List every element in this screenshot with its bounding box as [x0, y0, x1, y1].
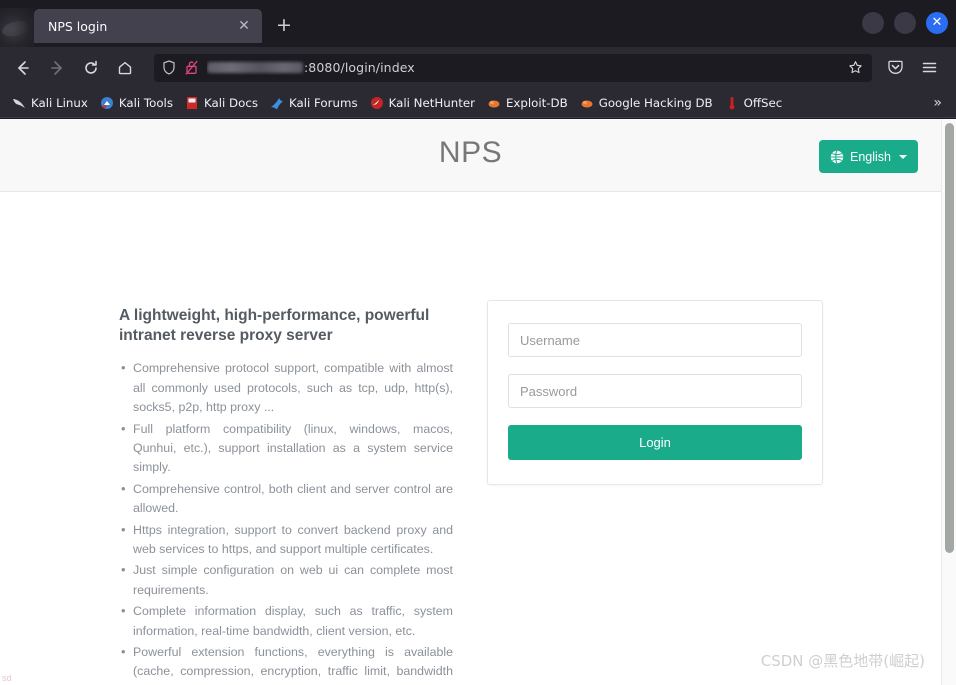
info-heading: A lightweight, high-performance, powerfu…	[119, 307, 430, 345]
kali-dragon-icon	[12, 96, 26, 110]
bookmark-kali-forums[interactable]: Kali Forums	[264, 94, 364, 112]
broken-lock-icon[interactable]	[182, 59, 200, 77]
bookmark-exploit-db[interactable]: Exploit-DB	[481, 94, 574, 112]
star-icon[interactable]	[846, 59, 864, 77]
list-item: Full platform compatibility (linux, wind…	[119, 418, 453, 478]
kali-nethunter-icon	[370, 96, 384, 110]
page-content: A lightweight, high-performance, powerfu…	[0, 192, 941, 685]
browser-tab-nps-login[interactable]: NPS login ✕	[34, 9, 262, 43]
bookmark-label: Kali Tools	[118, 95, 173, 110]
maximize-button[interactable]	[894, 12, 916, 34]
kali-forums-icon	[270, 96, 284, 110]
list-item: Powerful extension functions, everything…	[119, 642, 453, 685]
tab-close-icon[interactable]: ✕	[234, 16, 254, 36]
tab-title: NPS login	[48, 18, 108, 34]
kali-tools-icon	[100, 96, 114, 110]
bookmark-label: OffSec	[743, 95, 783, 110]
shield-icon[interactable]	[160, 59, 178, 77]
kali-docs-icon	[185, 96, 199, 110]
desktop-wallpaper-peek	[0, 8, 34, 47]
login-card: Login	[487, 300, 823, 485]
bookmark-offsec[interactable]: OffSec	[719, 94, 789, 112]
home-icon[interactable]	[110, 53, 140, 83]
back-icon[interactable]	[8, 53, 38, 83]
bookmark-kali-tools[interactable]: Kali Tools	[94, 94, 179, 112]
list-item: Https integration, support to convert ba…	[119, 520, 453, 560]
window-controls: ✕	[862, 12, 948, 34]
language-label: English	[850, 149, 891, 164]
url-suffix: :8080/login/index	[304, 60, 415, 75]
bookmarks-overflow-button[interactable]: »	[925, 95, 950, 111]
watermark: CSDN @黑色地带(崛起)	[760, 652, 925, 670]
google-hacking-db-icon	[580, 96, 594, 110]
navigation-toolbar: :8080/login/index	[0, 47, 956, 88]
bookmarks-bar: Kali Linux Kali Tools Kali Docs Kali For…	[0, 88, 956, 118]
list-item: Complete information display, such as tr…	[119, 601, 453, 641]
bookmark-label: Kali Forums	[288, 95, 358, 110]
bookmark-label: Google Hacking DB	[598, 95, 713, 110]
browser-window: NPS login ✕ + ✕ :8080/login/index Kali L…	[0, 0, 956, 685]
tab-strip: NPS login ✕ + ✕	[0, 0, 956, 47]
chevron-down-icon	[899, 154, 907, 159]
forward-icon[interactable]	[42, 53, 72, 83]
page-title: NPS	[438, 136, 503, 169]
bookmark-google-hacking-db[interactable]: Google Hacking DB	[574, 94, 719, 112]
bookmark-label: Kali Linux	[31, 95, 88, 110]
url-bar[interactable]: :8080/login/index	[154, 53, 872, 82]
language-selector-button[interactable]: English	[819, 140, 918, 173]
list-item: Just simple configuration on web ui can …	[119, 560, 453, 600]
bookmark-label: Exploit-DB	[505, 95, 568, 110]
bookmark-label: Kali Docs	[203, 95, 258, 110]
feature-list: Comprehensive protocol support, compatib…	[119, 358, 453, 685]
page-viewport: NPS English A lightweight, high-performa…	[0, 119, 956, 685]
page-scrollbar[interactable]	[941, 119, 956, 685]
login-button[interactable]: Login	[508, 425, 802, 460]
scrollbar-thumb[interactable]	[945, 123, 954, 553]
site-header: NPS English	[0, 119, 941, 192]
username-input[interactable]	[508, 323, 802, 357]
list-item: Comprehensive control, both client and s…	[119, 479, 453, 519]
pocket-icon[interactable]	[880, 53, 910, 83]
nps-login-page: NPS English A lightweight, high-performa…	[0, 119, 941, 685]
new-tab-button[interactable]: +	[272, 14, 296, 38]
info-column: A lightweight, high-performance, powerfu…	[119, 306, 453, 685]
list-item: Comprehensive protocol support, compatib…	[119, 358, 453, 417]
hamburger-menu-icon[interactable]	[914, 53, 944, 83]
bookmark-kali-docs[interactable]: Kali Docs	[179, 94, 264, 112]
bookmark-kali-linux[interactable]: Kali Linux	[6, 94, 94, 112]
corner-note: sd	[2, 673, 12, 683]
exploit-db-icon	[487, 96, 501, 110]
offsec-icon	[725, 96, 739, 110]
minimize-button[interactable]	[862, 12, 884, 34]
redacted-host	[207, 62, 303, 73]
password-input[interactable]	[508, 374, 802, 408]
bookmark-label: Kali NetHunter	[388, 95, 475, 110]
globe-icon	[830, 149, 844, 164]
close-window-button[interactable]: ✕	[926, 12, 948, 34]
url-text: :8080/login/index	[207, 60, 846, 75]
bookmark-kali-nethunter[interactable]: Kali NetHunter	[364, 94, 481, 112]
reload-icon[interactable]	[76, 53, 106, 83]
